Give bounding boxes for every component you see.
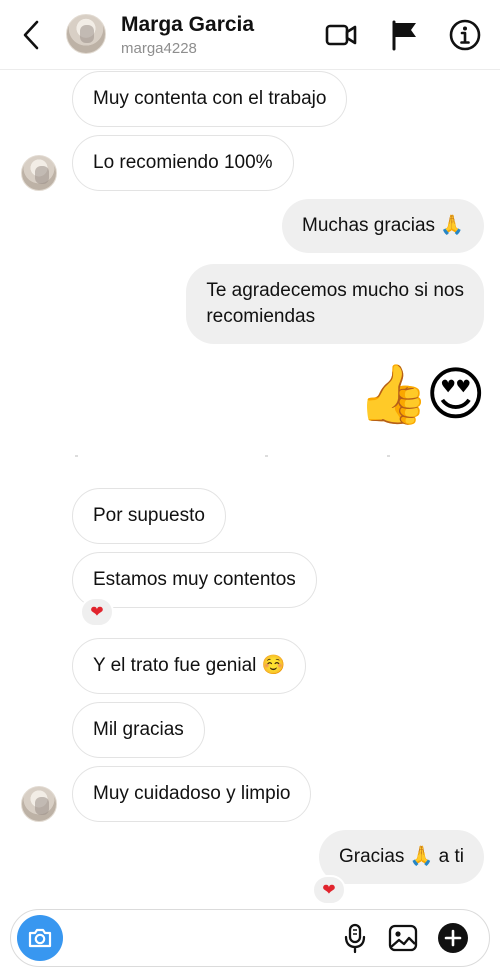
message-text: Por supuesto — [93, 505, 205, 526]
heart-icon: ❤ — [322, 882, 336, 899]
contact-handle: marga4228 — [121, 40, 197, 57]
message-text: Muy cuidadoso y limpio — [93, 783, 291, 804]
heart-reaction[interactable]: ❤ — [80, 597, 114, 627]
incoming-message[interactable]: Mil gracias — [72, 702, 205, 758]
incoming-message[interactable]: Y el trato fue genial ☺️ — [72, 638, 307, 694]
flag-icon[interactable] — [388, 18, 422, 52]
message-text-line: Te agradecemos mucho si nos — [206, 280, 464, 301]
message-text: Gracias 🙏 a ti — [338, 846, 464, 867]
camera-button[interactable] — [17, 915, 63, 961]
outgoing-message[interactable]: Te agradecemos mucho si nos recomiendas — [186, 264, 484, 344]
outgoing-message[interactable]: Muchas gracias 🙏 — [282, 199, 484, 253]
sender-avatar[interactable] — [21, 786, 57, 822]
heart-icon: ❤ — [90, 604, 104, 621]
sender-avatar[interactable] — [21, 155, 57, 191]
incoming-message[interactable]: Por supuesto — [72, 488, 226, 544]
message-text: Estamos muy contentos — [93, 569, 296, 590]
divider-dot — [265, 455, 268, 457]
message-composer — [10, 909, 490, 967]
message-input[interactable] — [75, 926, 335, 950]
message-text: Muchas gracias 🙏 — [302, 215, 464, 236]
heart-reaction[interactable]: ❤ — [312, 875, 346, 905]
outgoing-message[interactable]: Gracias 🙏 a ti — [318, 830, 484, 884]
message-text: Lo recomiendo 100% — [93, 152, 273, 173]
incoming-message[interactable]: Lo recomiendo 100% — [72, 135, 294, 191]
emoji-message[interactable]: 👍😍 — [357, 360, 486, 430]
gallery-icon[interactable] — [387, 922, 419, 954]
video-call-icon[interactable] — [324, 18, 358, 52]
contact-name[interactable]: Marga Garcia — [121, 13, 254, 37]
message-text: Mil gracias — [93, 719, 184, 740]
back-icon[interactable] — [18, 18, 46, 52]
chat-header: Marga Garcia marga4228 — [0, 0, 500, 70]
divider-dot — [75, 455, 78, 457]
message-text: Y el trato fue genial ☺️ — [93, 655, 286, 676]
message-text-line: recomiendas — [206, 306, 316, 327]
incoming-message[interactable]: Muy cuidadoso y limpio — [72, 766, 312, 822]
message-text: Muy contenta con el trabajo — [93, 88, 327, 109]
microphone-icon[interactable] — [339, 922, 371, 954]
camera-icon — [28, 928, 52, 948]
incoming-message[interactable]: Muy contenta con el trabajo — [72, 71, 348, 127]
divider-dot — [387, 455, 390, 457]
contact-avatar[interactable] — [66, 14, 106, 54]
info-icon[interactable] — [448, 18, 482, 52]
plus-icon[interactable] — [437, 922, 469, 954]
